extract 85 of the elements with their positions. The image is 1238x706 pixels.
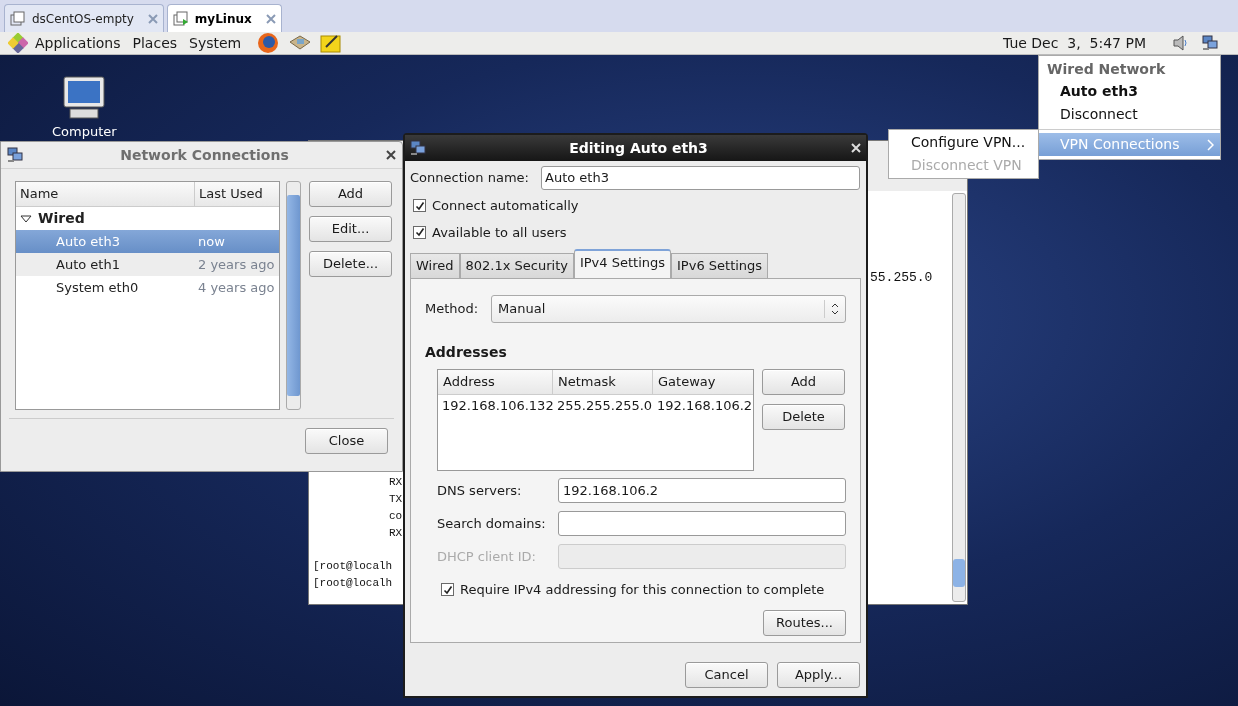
column-header[interactable]: Netmask xyxy=(553,370,653,394)
routes-button[interactable]: Routes... xyxy=(763,609,846,636)
group-label: Wired xyxy=(38,209,85,228)
terminal-prompt: [root@localh xyxy=(313,576,393,591)
up-down-arrows-icon xyxy=(831,303,839,315)
section-heading: Addresses xyxy=(425,343,508,362)
terminal-text: 55.255.0 xyxy=(870,270,933,285)
close-button[interactable]: Close xyxy=(305,428,388,454)
connection-row[interactable]: Auto eth1 2 years ago xyxy=(16,253,279,276)
network-icon xyxy=(410,140,426,156)
tab[interactable]: Wired xyxy=(410,253,460,278)
close-icon[interactable] xyxy=(386,150,396,160)
network-icon xyxy=(7,147,23,163)
table-cell-text: 192.168.106.132 xyxy=(441,397,553,416)
column-header[interactable]: Name xyxy=(16,182,195,206)
panel-menu[interactable]: Applications xyxy=(35,32,121,54)
browser-icon[interactable] xyxy=(256,32,281,54)
menu-item[interactable]: Disconnect xyxy=(1039,103,1220,126)
terminal-text: RX xyxy=(389,475,403,490)
address-button[interactable]: Add xyxy=(762,369,845,395)
scrollbar[interactable] xyxy=(286,181,301,410)
checkbox-label[interactable]: Available to all users xyxy=(432,222,567,242)
field-label: DHCP client ID: xyxy=(437,547,537,566)
last-used: now xyxy=(197,232,225,251)
vm-tab-label: dsCentOS-empty xyxy=(32,10,134,28)
input-field[interactable]: 192.168.106.2 xyxy=(558,478,846,503)
vm-tab[interactable]: dsCentOS-empty xyxy=(4,4,164,32)
panel-menu[interactable]: Places xyxy=(132,32,178,54)
dialog-button[interactable]: Cancel xyxy=(685,662,768,688)
table-cell-text: 255.255.255.0 xyxy=(556,397,653,416)
field-label: Search domains: xyxy=(437,514,547,533)
connection-name: Auto eth1 xyxy=(55,255,121,274)
column-header[interactable]: Last Used xyxy=(195,182,279,206)
terminal-text: TX xyxy=(389,492,403,507)
clock[interactable]: Tue Dec 3, 5:47 PM xyxy=(1002,32,1146,54)
checkbox[interactable] xyxy=(441,583,454,597)
action-button[interactable]: Delete... xyxy=(309,251,392,277)
menu-item-label: VPN Connections xyxy=(1060,135,1181,154)
speaker-icon[interactable] xyxy=(1172,34,1190,52)
chevron-icon xyxy=(1207,138,1214,151)
menu-item[interactable]: Configure VPN... xyxy=(889,131,1038,154)
field-label: Connection name: xyxy=(410,169,530,188)
checkbox-label[interactable]: Connect automatically xyxy=(432,196,579,216)
window-title: Network Connections xyxy=(119,145,290,165)
window-title: Editing Auto eth3 xyxy=(568,138,709,158)
tab[interactable]: IPv6 Settings xyxy=(671,253,769,278)
vm-tab[interactable]: myLinux xyxy=(166,4,282,32)
scrollbar[interactable] xyxy=(952,193,966,602)
method-dropdown[interactable]: Manual xyxy=(491,295,846,323)
field-label: DNS servers: xyxy=(437,481,523,500)
note-edit-icon[interactable] xyxy=(320,33,343,53)
column-header[interactable]: Address xyxy=(438,370,553,394)
checkbox-label[interactable]: Require IPv4 addressing for this connection to complete xyxy=(460,580,825,600)
tab[interactable]: IPv4 Settings xyxy=(573,249,672,278)
terminal-prompt: [root@localh xyxy=(313,559,393,574)
terminal-text: co xyxy=(389,509,403,524)
tab[interactable]: 802.1x Security xyxy=(459,253,574,278)
last-used: 4 years ago xyxy=(197,278,275,297)
connection-name-field[interactable]: Auto eth3 xyxy=(541,166,860,190)
network-icon xyxy=(1202,35,1218,51)
menu-item: Disconnect VPN xyxy=(910,156,1023,175)
input-field[interactable] xyxy=(558,511,846,536)
expander-icon[interactable] xyxy=(20,213,32,224)
address-button[interactable]: Delete xyxy=(762,404,845,430)
desktop-icon-label[interactable]: Computer xyxy=(52,122,117,142)
connection-name: Auto eth3 xyxy=(55,232,121,251)
vm-tab-label: myLinux xyxy=(194,10,252,28)
menu-item[interactable]: Auto eth3 xyxy=(1039,80,1220,103)
virtual-machine-icon xyxy=(10,10,26,27)
connection-name: System eth0 xyxy=(55,278,140,297)
table-cell-text: 192.168.106.2 xyxy=(656,397,753,416)
virtual-machine-icon xyxy=(172,10,189,27)
terminal-text: RX xyxy=(389,526,403,541)
checkbox[interactable] xyxy=(413,199,426,213)
field-label: Method: xyxy=(425,300,480,319)
checkbox[interactable] xyxy=(413,225,426,239)
distro-logo-icon[interactable] xyxy=(8,33,28,53)
dialog-button[interactable]: Apply... xyxy=(777,662,860,688)
menu-header: Wired Network xyxy=(1046,60,1167,79)
action-button[interactable]: Add xyxy=(309,181,392,207)
last-used: 2 years ago xyxy=(197,255,275,274)
panel-menu[interactable]: System xyxy=(189,32,242,54)
column-header[interactable]: Gateway xyxy=(653,370,753,394)
dropdown-value: Manual xyxy=(498,300,547,319)
action-button[interactable]: Edit... xyxy=(309,216,392,242)
